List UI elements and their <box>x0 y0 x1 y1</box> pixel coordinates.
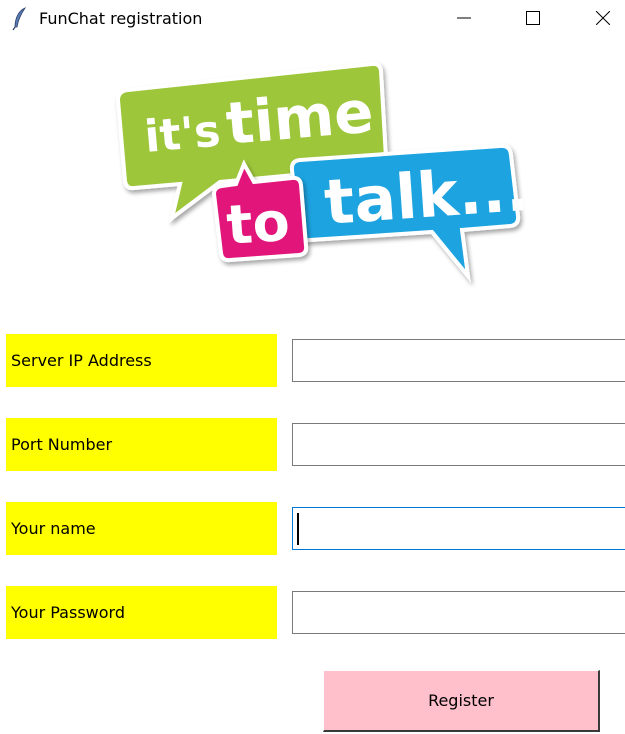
close-icon <box>595 10 611 29</box>
port-number-label-box: Port Number <box>6 418 277 471</box>
your-name-label-box: Your name <box>6 502 277 555</box>
password-label-box: Your Password <box>6 586 277 639</box>
registration-window: FunChat registration it's time talk... t… <box>0 0 625 734</box>
title-bar[interactable]: FunChat registration <box>0 0 625 38</box>
maximize-icon <box>526 10 540 29</box>
minimize-button[interactable] <box>441 0 487 38</box>
minimize-icon <box>457 10 471 29</box>
server-ip-input[interactable] <box>292 339 625 382</box>
logo-text-time: time <box>223 77 376 158</box>
feather-icon <box>10 7 30 31</box>
password-label: Your Password <box>11 603 125 622</box>
server-ip-label-box: Server IP Address <box>6 334 277 387</box>
your-name-input[interactable] <box>292 507 625 550</box>
maximize-button[interactable] <box>510 0 556 38</box>
register-button-label: Register <box>428 691 494 710</box>
close-button[interactable] <box>580 0 625 38</box>
text-caret <box>297 513 299 545</box>
password-input[interactable] <box>292 591 625 634</box>
logo-text-to: to <box>225 190 292 257</box>
logo-text-talk: talk... <box>322 152 530 239</box>
your-name-label: Your name <box>11 519 96 538</box>
its-time-to-talk-logo: it's time talk... to <box>110 60 531 290</box>
register-button[interactable]: Register <box>323 670 600 732</box>
window-title: FunChat registration <box>39 9 203 28</box>
logo-text-its: it's <box>143 106 223 163</box>
port-number-label: Port Number <box>11 435 113 454</box>
port-number-input[interactable] <box>292 423 625 466</box>
server-ip-label: Server IP Address <box>11 351 152 370</box>
